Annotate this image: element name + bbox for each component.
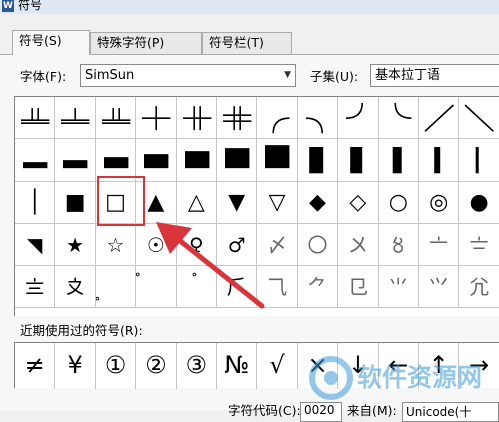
char-code-input[interactable]: 0020 bbox=[300, 402, 342, 422]
recent-symbol[interactable]: ① bbox=[96, 343, 137, 389]
recent-symbol[interactable]: № bbox=[217, 343, 258, 389]
recent-symbol[interactable]: ③ bbox=[177, 343, 217, 389]
recent-symbol[interactable]: ¥ bbox=[55, 343, 96, 389]
recent-symbol[interactable]: √ bbox=[257, 343, 298, 389]
from-select[interactable]: Unicode(十 bbox=[402, 402, 499, 422]
recent-symbol[interactable]: ≠ bbox=[15, 343, 56, 389]
from-label: 来自(M): bbox=[347, 403, 397, 418]
watermark-text: 软件资源网 bbox=[357, 363, 482, 392]
char-code-label: 字符代码(C): bbox=[228, 403, 301, 418]
recent-symbol[interactable]: ② bbox=[136, 343, 177, 389]
watermark-logo: 软件资源网 bbox=[309, 356, 482, 400]
tab-symbols[interactable]: 符号(S) bbox=[12, 30, 90, 55]
recent-label: 近期使用过的符号(R): bbox=[20, 323, 143, 338]
